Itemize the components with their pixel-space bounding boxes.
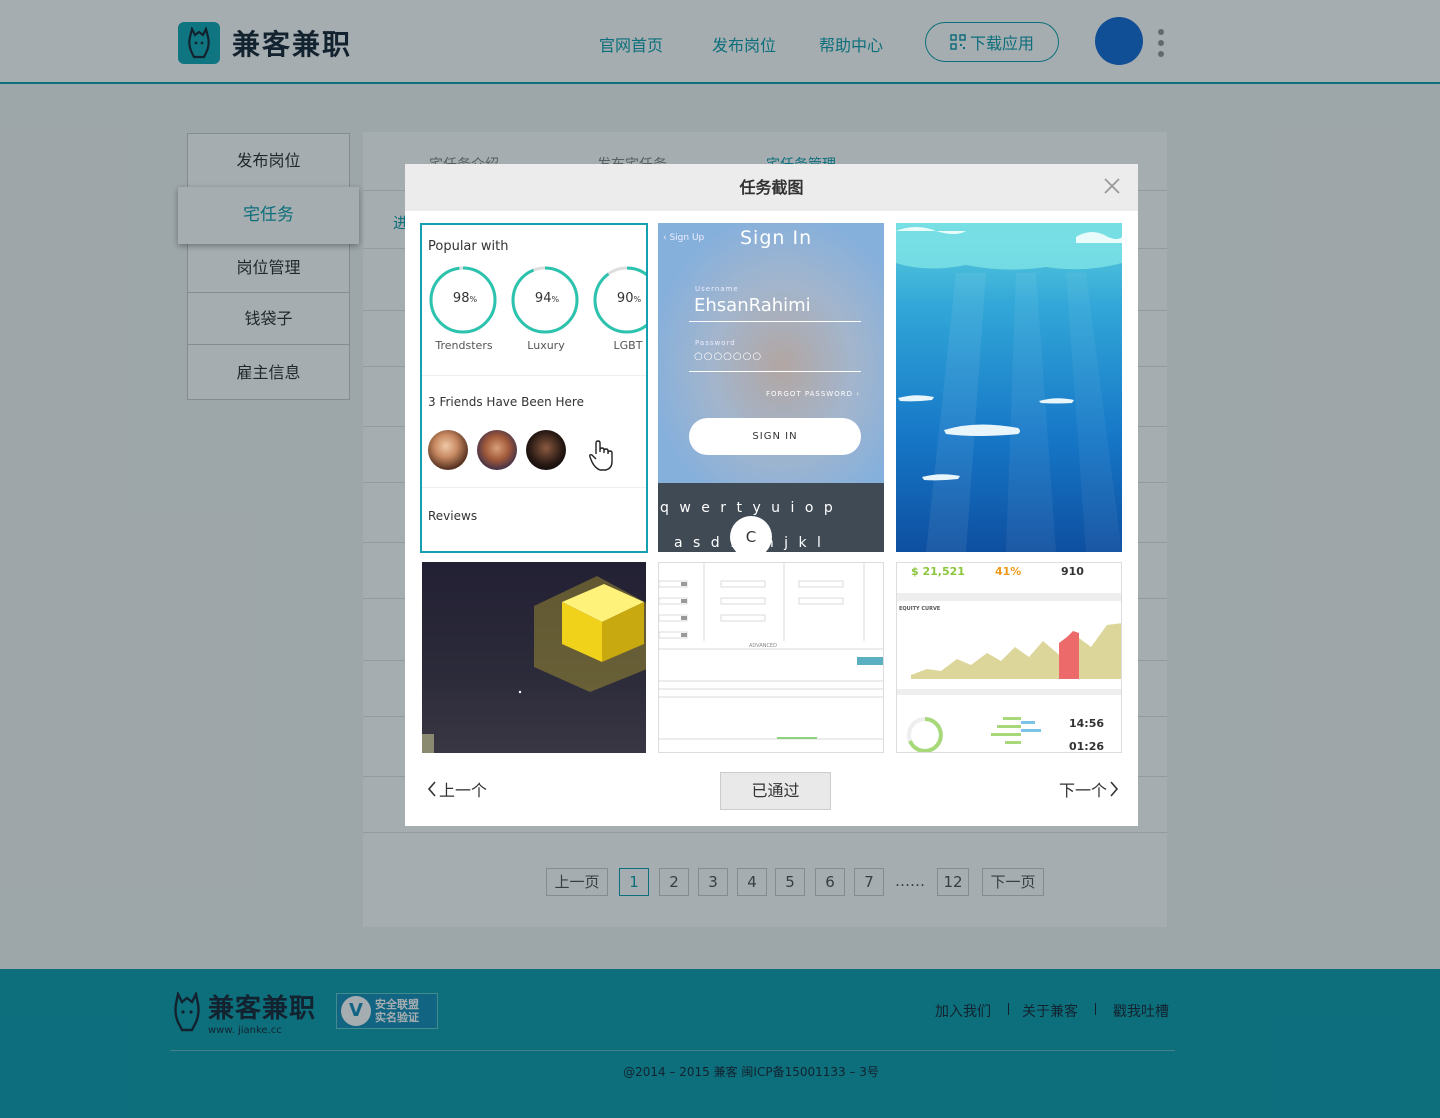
signup-link: ‹ Sign Up [663, 233, 705, 243]
equity-curve-label: EQUITY CURVE [899, 606, 941, 612]
thumb1-heading: Popular with [428, 239, 509, 254]
friend-avatar [477, 430, 517, 470]
friend-avatar [526, 430, 566, 470]
thumbnail-3[interactable] [896, 223, 1122, 552]
time-2: 01:26 [1069, 740, 1105, 753]
ring-label-3: LGBT [613, 339, 643, 352]
key-popup: C [730, 516, 772, 552]
reviews-heading: Reviews [428, 509, 478, 523]
username-label: Username [695, 285, 739, 293]
password-value: ○○○○○○○ [694, 351, 763, 362]
ring-value-2: 94% [534, 291, 560, 306]
signin-button: SIGN IN [689, 418, 861, 455]
stat-profit: $ 21,521 [911, 565, 965, 578]
bar-chart [991, 717, 1041, 744]
signin-title: Sign In [740, 227, 813, 249]
keyboard-row-1: q w e r t y u i o p [660, 500, 833, 516]
friend-avatar [428, 430, 468, 470]
prev-label: 上一个 [439, 781, 488, 800]
stat-percent: 41% [995, 565, 1022, 578]
thumbnail-5[interactable]: ADVANCED [658, 562, 884, 753]
prev-screenshot-button[interactable]: 上一个 [427, 777, 487, 801]
time-1: 14:56 [1069, 717, 1105, 730]
hand-pointer-icon [589, 440, 613, 471]
donut-chart [907, 717, 943, 752]
glowing-cube-illustration [422, 576, 646, 753]
forgot-password-link: FORGOT PASSWORD › [766, 390, 860, 398]
advanced-label: ADVANCED [749, 643, 777, 649]
username-value: EhsanRahimi [694, 295, 811, 316]
ring-label-1: Trendsters [435, 339, 493, 352]
ring-label-2: Luxury [527, 339, 565, 352]
next-label: 下一个 [1059, 781, 1108, 800]
approved-status-button[interactable]: 已通过 [720, 772, 831, 810]
chevron-left-icon [427, 781, 436, 797]
thumbnail-4[interactable] [422, 562, 646, 753]
thumbnail-6[interactable]: $ 21,521 41% 910 EQUITY CURVE 14:56 01:2… [896, 562, 1122, 753]
stat-trades: 910 [1061, 565, 1084, 578]
friends-heading: 3 Friends Have Been Here [428, 395, 584, 409]
password-label: Password [695, 339, 736, 347]
chevron-right-icon [1110, 781, 1119, 797]
form-wireframe-illustration [659, 563, 883, 740]
close-icon[interactable] [1102, 176, 1122, 196]
whale-scene-illustration [896, 223, 1122, 552]
ring-value-1: 98% [452, 291, 478, 306]
thumbnail-1[interactable]: Popular with 98% 94% 90% Trendsters Luxu… [420, 223, 648, 553]
thumbnail-2[interactable]: ‹ Sign Up Sign In Username EhsanRahimi P… [658, 223, 884, 552]
ring-value-3: 90% [616, 291, 642, 306]
screenshot-modal: 任务截图 Popular with 98% 94% 90% Trendsters… [405, 164, 1138, 826]
equity-curve-chart [911, 623, 1121, 679]
next-screenshot-button[interactable]: 下一个 [1059, 777, 1119, 801]
modal-title: 任务截图 [405, 164, 1138, 211]
